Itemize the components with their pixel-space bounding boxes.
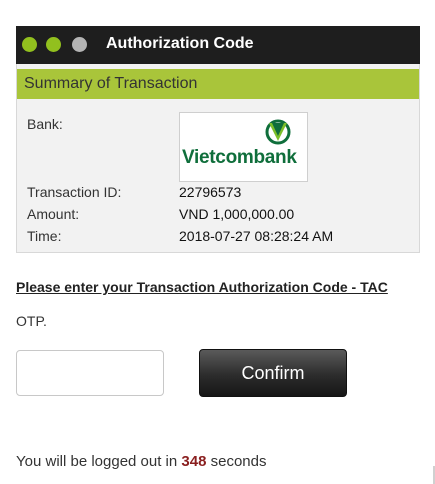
window-dot-green-2-icon[interactable] [46, 37, 61, 52]
logout-suffix: seconds [210, 453, 267, 470]
time-value: 2018-07-27 08:28:24 AM [179, 228, 334, 244]
confirm-button[interactable]: Confirm [199, 349, 347, 397]
bank-logo: Vietcombank [179, 112, 308, 182]
transaction-summary-panel: Summary of Transaction Bank: Vietcombank… [16, 64, 420, 253]
logout-prefix: You will be logged out in [16, 453, 178, 470]
tac-prompt-link[interactable]: Please enter your Transaction Authorizat… [16, 279, 388, 295]
bank-label: Bank: [27, 116, 63, 132]
otp-input[interactable] [16, 350, 164, 396]
window-title: Authorization Code [106, 35, 254, 52]
logout-countdown: You will be logged out in 348 seconds [16, 453, 267, 470]
otp-label: OTP. [16, 313, 47, 329]
time-label: Time: [27, 228, 62, 244]
window-dot-green-1-icon[interactable] [22, 37, 37, 52]
summary-heading: Summary of Transaction [24, 75, 198, 92]
summary-header: Summary of Transaction [17, 69, 419, 99]
amount-label: Amount: [27, 206, 80, 222]
logout-seconds: 348 [181, 453, 207, 470]
title-bar: Authorization Code [16, 26, 420, 64]
vietcombank-logo-icon [265, 119, 291, 145]
window-dot-gray-icon[interactable] [72, 37, 87, 52]
bank-logo-text: Vietcombank [182, 147, 297, 168]
transaction-id-label: Transaction ID: [27, 184, 122, 200]
transaction-id-value: 22796573 [179, 184, 242, 200]
amount-value: VND 1,000,000.00 [179, 206, 295, 222]
